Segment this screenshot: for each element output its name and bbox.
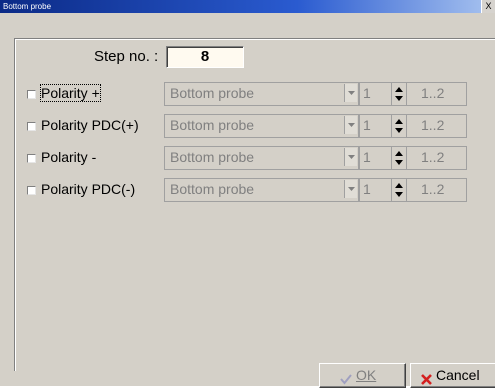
range-value: 1..2: [421, 85, 445, 101]
ok-button[interactable]: OK: [319, 363, 406, 388]
chevron-down-icon[interactable]: [344, 180, 357, 198]
checkmark-icon: [340, 369, 352, 391]
spin-updown-icon[interactable]: [391, 114, 407, 138]
chevron-down-icon[interactable]: [344, 84, 357, 102]
cancel-button[interactable]: Cancel: [410, 363, 495, 388]
polarity-plus-checkbox[interactable]: [27, 90, 36, 99]
title-bar[interactable]: Bottom probe X: [0, 0, 495, 13]
chevron-down-icon[interactable]: [344, 148, 357, 166]
polarity-pdc-plus-row: Polarity PDC(+) Bottom probe 1 1..2: [0, 114, 495, 138]
polarity-plus-range-field: 1..2: [406, 82, 467, 106]
polarity-pdc-minus-checkbox[interactable]: [27, 186, 36, 195]
polarity-plus-row: Polarity + Bottom probe 1 1..2: [0, 82, 495, 106]
polarity-pdc-plus-number-field[interactable]: 1: [359, 114, 392, 138]
polarity-minus-range-field: 1..2: [406, 146, 467, 170]
step-number-label: Step no. :: [94, 48, 159, 65]
range-value: 1..2: [421, 117, 445, 133]
probe-select-value: Bottom probe: [170, 181, 255, 197]
range-value: 1..2: [421, 149, 445, 165]
spin-updown-icon[interactable]: [391, 146, 407, 170]
polarity-minus-checkbox[interactable]: [27, 154, 36, 163]
polarity-pdc-plus-probe-select[interactable]: Bottom probe: [164, 114, 359, 138]
step-number-field[interactable]: 8: [166, 46, 244, 68]
polarity-pdc-minus-probe-select[interactable]: Bottom probe: [164, 178, 359, 202]
polarity-plus-label[interactable]: Polarity +: [40, 84, 101, 102]
polarity-minus-probe-select[interactable]: Bottom probe: [164, 146, 359, 170]
polarity-pdc-plus-checkbox[interactable]: [27, 122, 36, 131]
number-value: 1: [363, 149, 371, 165]
polarity-pdc-plus-label[interactable]: Polarity PDC(+): [41, 117, 139, 133]
ok-button-label: OK: [356, 367, 377, 383]
polarity-plus-probe-select[interactable]: Bottom probe: [164, 82, 359, 106]
polarity-minus-number-field[interactable]: 1: [359, 146, 392, 170]
probe-select-value: Bottom probe: [170, 85, 255, 101]
number-value: 1: [363, 117, 371, 133]
polarity-pdc-minus-range-field: 1..2: [406, 178, 467, 202]
range-value: 1..2: [421, 181, 445, 197]
window-title: Bottom probe: [3, 2, 52, 11]
chevron-down-icon[interactable]: [344, 116, 357, 134]
probe-select-value: Bottom probe: [170, 149, 255, 165]
number-value: 1: [363, 181, 371, 197]
polarity-pdc-minus-number-field[interactable]: 1: [359, 178, 392, 202]
polarity-pdc-minus-label[interactable]: Polarity PDC(-): [41, 181, 135, 197]
x-mark-icon: [421, 369, 432, 391]
cancel-button-label: Cancel: [436, 367, 480, 383]
probe-select-value: Bottom probe: [170, 117, 255, 133]
polarity-minus-row: Polarity - Bottom probe 1 1..2: [0, 146, 495, 170]
polarity-minus-label[interactable]: Polarity -: [41, 149, 96, 165]
polarity-pdc-plus-range-field: 1..2: [406, 114, 467, 138]
close-button[interactable]: X: [481, 0, 495, 13]
polarity-pdc-minus-row: Polarity PDC(-) Bottom probe 1 1..2: [0, 178, 495, 202]
number-value: 1: [363, 85, 371, 101]
spin-updown-icon[interactable]: [391, 178, 407, 202]
spin-updown-icon[interactable]: [391, 82, 407, 106]
polarity-plus-number-field[interactable]: 1: [359, 82, 392, 106]
